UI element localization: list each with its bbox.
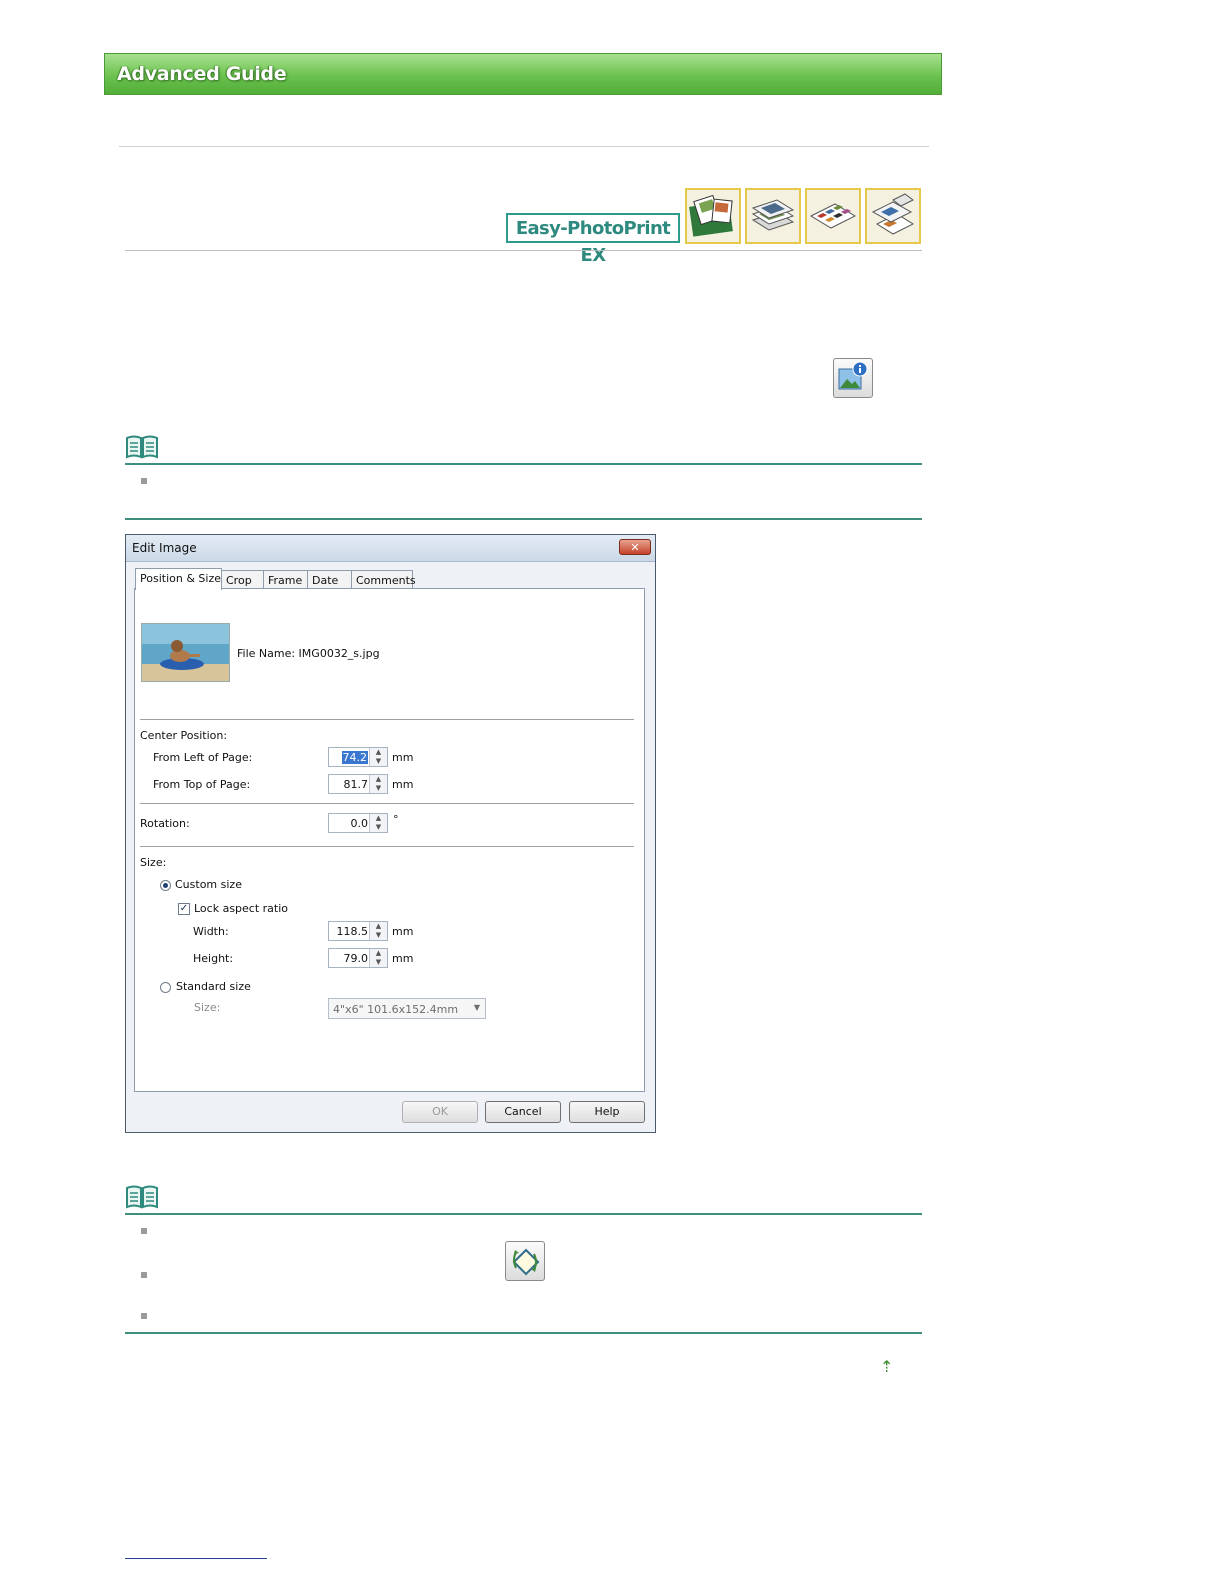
- unit-label: mm: [392, 952, 414, 965]
- spin-buttons[interactable]: ▲ ▼: [369, 922, 387, 940]
- spin-down-icon[interactable]: ▼: [370, 823, 387, 832]
- unit-label: mm: [392, 925, 414, 938]
- stacked-photos-icon[interactable]: [745, 188, 801, 244]
- edit-image-dialog: Edit Image ✕ Position & Size Crop Frame …: [125, 534, 656, 1133]
- note-bottom-rule: [125, 518, 922, 520]
- sticker-print-icon[interactable]: [865, 188, 921, 244]
- height-spinner[interactable]: 79.0 ▲ ▼: [328, 948, 388, 968]
- divider: [140, 803, 634, 804]
- divider: [140, 719, 634, 720]
- spin-down-icon[interactable]: ▼: [370, 931, 387, 940]
- image-preview: [141, 623, 230, 682]
- tab-position-size[interactable]: Position & Size: [135, 568, 222, 590]
- file-name-label: File Name: IMG0032_s.jpg: [237, 647, 380, 660]
- product-badge: Easy-PhotoPrint EX: [506, 213, 680, 266]
- album-icon[interactable]: [685, 188, 741, 244]
- from-left-spinner[interactable]: 74.2 ▲ ▼: [328, 747, 388, 767]
- standard-size-radio[interactable]: [160, 982, 171, 993]
- height-label: Height:: [193, 952, 234, 965]
- custom-size-label[interactable]: Custom size: [175, 878, 242, 891]
- rotation-spinner[interactable]: 0.0 ▲ ▼: [328, 813, 388, 833]
- fix-image-icon[interactable]: [505, 1241, 545, 1281]
- tab-comments[interactable]: Comments: [351, 570, 416, 589]
- spin-up-icon[interactable]: ▲: [370, 922, 387, 931]
- note-book-icon: [125, 1185, 159, 1209]
- height-value[interactable]: 79.0: [344, 952, 369, 965]
- lock-aspect-checkbox[interactable]: ✓: [178, 903, 190, 915]
- unit-label: mm: [392, 751, 414, 764]
- note-bottom-rule: [125, 1332, 922, 1334]
- spin-up-icon[interactable]: ▲: [370, 775, 387, 784]
- custom-size-radio[interactable]: [160, 880, 171, 891]
- standard-size-value: 4"x6" 101.6x152.4mm: [333, 1003, 459, 1016]
- divider: [125, 250, 922, 251]
- divider: [140, 846, 634, 847]
- list-bullet: [141, 478, 147, 484]
- note-top-rule: [125, 1213, 922, 1215]
- list-bullet: [141, 1313, 147, 1319]
- header-banner: Advanced Guide: [104, 53, 942, 95]
- spin-buttons[interactable]: ▲ ▼: [369, 748, 387, 766]
- close-button[interactable]: ✕: [619, 539, 651, 555]
- list-bullet: [141, 1272, 147, 1278]
- spin-down-icon[interactable]: ▼: [370, 958, 387, 967]
- chevron-down-icon[interactable]: ▼: [474, 1003, 480, 1012]
- divider: [119, 146, 929, 147]
- lock-aspect-label[interactable]: Lock aspect ratio: [194, 902, 288, 915]
- note-book-icon: [125, 435, 159, 459]
- from-left-label: From Left of Page:: [153, 751, 253, 764]
- rotation-label: Rotation:: [140, 817, 190, 830]
- list-bullet: [141, 1228, 147, 1234]
- tab-panel-position-size: File Name: IMG0032_s.jpg Center Position…: [134, 588, 645, 1092]
- rotation-value[interactable]: 0.0: [351, 817, 369, 830]
- footnote-rule: [125, 1558, 267, 1559]
- layout-print-icon[interactable]: [805, 188, 861, 244]
- note-top-rule: [125, 463, 922, 465]
- from-top-value[interactable]: 81.7: [344, 778, 369, 791]
- width-spinner[interactable]: 118.5 ▲ ▼: [328, 921, 388, 941]
- spin-down-icon[interactable]: ▼: [370, 757, 387, 766]
- tab-date[interactable]: Date: [307, 570, 352, 589]
- help-button[interactable]: Help: [569, 1101, 645, 1123]
- tab-crop[interactable]: Crop: [221, 570, 264, 589]
- cancel-button[interactable]: Cancel: [485, 1101, 561, 1123]
- spin-buttons[interactable]: ▲ ▼: [369, 814, 387, 832]
- center-position-heading: Center Position:: [140, 729, 228, 742]
- dialog-title: Edit Image: [132, 541, 197, 555]
- width-label: Width:: [193, 925, 229, 938]
- spin-buttons[interactable]: ▲ ▼: [369, 775, 387, 793]
- width-value[interactable]: 118.5: [337, 925, 369, 938]
- unit-label: mm: [392, 778, 414, 791]
- image-info-icon[interactable]: [833, 358, 873, 398]
- spin-down-icon[interactable]: ▼: [370, 784, 387, 793]
- page-top-arrow-icon[interactable]: ⇡: [880, 1357, 893, 1377]
- page-title: Advanced Guide: [117, 63, 287, 85]
- standard-size-label[interactable]: Standard size: [176, 980, 251, 993]
- standard-size-sub-label: Size:: [194, 1001, 221, 1014]
- from-top-spinner[interactable]: 81.7 ▲ ▼: [328, 774, 388, 794]
- spin-buttons[interactable]: ▲ ▼: [369, 949, 387, 967]
- ok-button[interactable]: OK: [402, 1101, 478, 1123]
- spin-up-icon[interactable]: ▲: [370, 949, 387, 958]
- dialog-titlebar: Edit Image ✕: [126, 535, 655, 562]
- tab-frame[interactable]: Frame: [263, 570, 308, 589]
- from-top-label: From Top of Page:: [153, 778, 251, 791]
- from-left-value[interactable]: 74.2: [341, 751, 368, 764]
- spin-up-icon[interactable]: ▲: [370, 814, 387, 823]
- standard-size-select[interactable]: 4"x6" 101.6x152.4mm ▼: [328, 998, 486, 1019]
- size-heading: Size:: [140, 856, 167, 869]
- degree-label: °: [393, 813, 399, 826]
- spin-up-icon[interactable]: ▲: [370, 748, 387, 757]
